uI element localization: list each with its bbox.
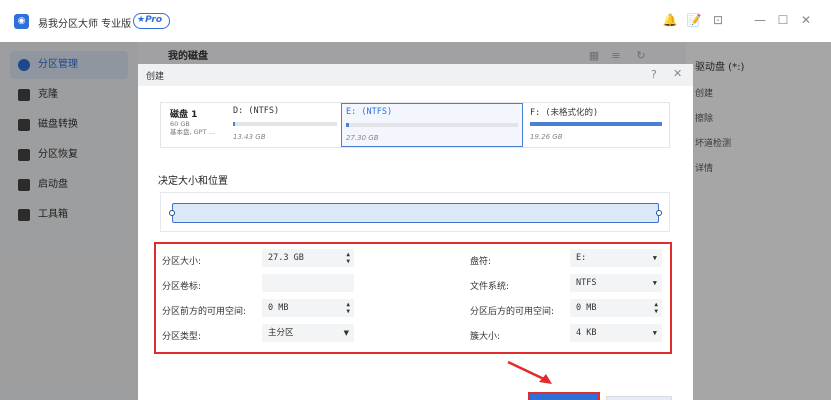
right-resize-handle[interactable] — [656, 210, 662, 216]
title-bar: ◉ 易我分区大师 专业版 ★Pro 🔔 📝 ⊡ — ☐ ✕ — [0, 0, 831, 42]
partition-label: D: (NTFS) — [233, 106, 280, 116]
create-partition-dialog: 创建 ? ✕ 磁盘 1 60 GB 基本盘, GPT … D: (NTFS) 1… — [138, 64, 693, 400]
partition-params: 分区大小: 27.3 GB ▲ ▼ 盘符: E: ▼ 分区卷标: 文件系统: NT… — [154, 242, 672, 354]
partition-e[interactable]: E: (NTFS) 27.30 GB — [341, 103, 523, 147]
volume-label-label: 分区卷标: — [162, 282, 202, 292]
partition-size: 27.30 GB — [346, 134, 379, 142]
file-system-label: 文件系统: — [470, 282, 510, 292]
partition-size: 13.43 GB — [233, 133, 266, 141]
close-icon[interactable]: ✕ — [798, 12, 814, 28]
space-before-value: 0 MB — [268, 303, 289, 313]
chevron-down-icon: ▼ — [652, 329, 657, 337]
size-stepper[interactable]: 27.3 GB ▲ ▼ — [262, 249, 354, 267]
partition-usage-bar — [233, 122, 337, 126]
partition-d[interactable]: D: (NTFS) 13.43 GB — [229, 103, 339, 147]
size-value: 27.3 GB — [268, 253, 304, 263]
dialog-title: 创建 — [146, 72, 165, 82]
section-title: 决定大小和位置 — [158, 176, 228, 187]
partition-usage-bar — [530, 122, 662, 126]
annotation-arrow-icon — [507, 360, 552, 384]
resize-area — [160, 192, 670, 232]
chevron-down-icon: ▼ — [652, 254, 657, 262]
file-system-value: NTFS — [576, 278, 597, 288]
space-after-label: 分区后方的可用空间: — [470, 307, 555, 317]
help-icon[interactable]: ? — [651, 68, 657, 81]
stepper-arrows-icon[interactable]: ▲ ▼ — [346, 251, 350, 265]
disk-map: 磁盘 1 60 GB 基本盘, GPT … D: (NTFS) 13.43 GB… — [160, 102, 670, 148]
bell-icon[interactable]: 🔔 — [662, 12, 678, 28]
file-system-select[interactable]: NTFS ▼ — [570, 274, 662, 292]
cluster-size-value: 4 KB — [576, 328, 597, 338]
pro-badge[interactable]: ★Pro — [133, 13, 170, 29]
partition-label: F: (未格式化的) — [530, 108, 599, 118]
cancel-button[interactable] — [606, 396, 672, 400]
space-after-value: 0 MB — [576, 303, 597, 313]
drive-letter-value: E: — [576, 253, 587, 263]
size-label: 分区大小: — [162, 257, 202, 267]
stepper-arrows-icon[interactable]: ▲ ▼ — [346, 301, 350, 315]
space-before-label: 分区前方的可用空间: — [162, 307, 247, 317]
partition-type-label: 分区类型: — [162, 332, 202, 342]
cluster-size-select[interactable]: 4 KB ▼ — [570, 324, 662, 342]
partition-label: E: (NTFS) — [346, 107, 393, 117]
disk-capacity: 60 GB — [170, 120, 190, 128]
disk-meta: 60 GB 基本盘, GPT … — [170, 120, 215, 136]
chevron-down-icon: ▼ — [652, 279, 657, 287]
dialog-close-icon[interactable]: ✕ — [673, 67, 682, 80]
app-logo-icon: ◉ — [14, 14, 29, 29]
confirm-button[interactable] — [528, 392, 600, 400]
minimize-icon[interactable]: — — [752, 12, 768, 28]
download-icon[interactable]: ⊡ — [710, 12, 726, 28]
drive-letter-select[interactable]: E: ▼ — [570, 249, 662, 267]
maximize-icon[interactable]: ☐ — [775, 12, 791, 28]
partition-f[interactable]: F: (未格式化的) 19.26 GB — [526, 103, 666, 147]
volume-label-input[interactable] — [262, 274, 354, 292]
app-title: 易我分区大师 专业版 — [38, 19, 132, 30]
chevron-down-icon: ▼ — [343, 329, 349, 337]
space-after-stepper[interactable]: 0 MB ▲ ▼ — [570, 299, 662, 317]
disk-type: 基本盘, GPT … — [170, 128, 216, 136]
partition-resize-bar[interactable] — [169, 203, 662, 223]
dialog-header: 创建 ? ✕ — [138, 64, 693, 86]
left-resize-handle[interactable] — [169, 210, 175, 216]
note-icon[interactable]: 📝 — [686, 12, 702, 28]
partition-size: 19.26 GB — [530, 133, 563, 141]
partition-type-value: 主分区 — [268, 328, 294, 338]
drive-letter-label: 盘符: — [470, 257, 492, 267]
partition-type-select[interactable]: 主分区 ▼ — [262, 324, 354, 342]
stepper-arrows-icon[interactable]: ▲ ▼ — [654, 301, 658, 315]
space-before-stepper[interactable]: 0 MB ▲ ▼ — [262, 299, 354, 317]
partition-usage-bar — [346, 123, 518, 127]
disk-name: 磁盘 1 — [170, 110, 198, 120]
cluster-size-label: 簇大小: — [470, 332, 501, 342]
